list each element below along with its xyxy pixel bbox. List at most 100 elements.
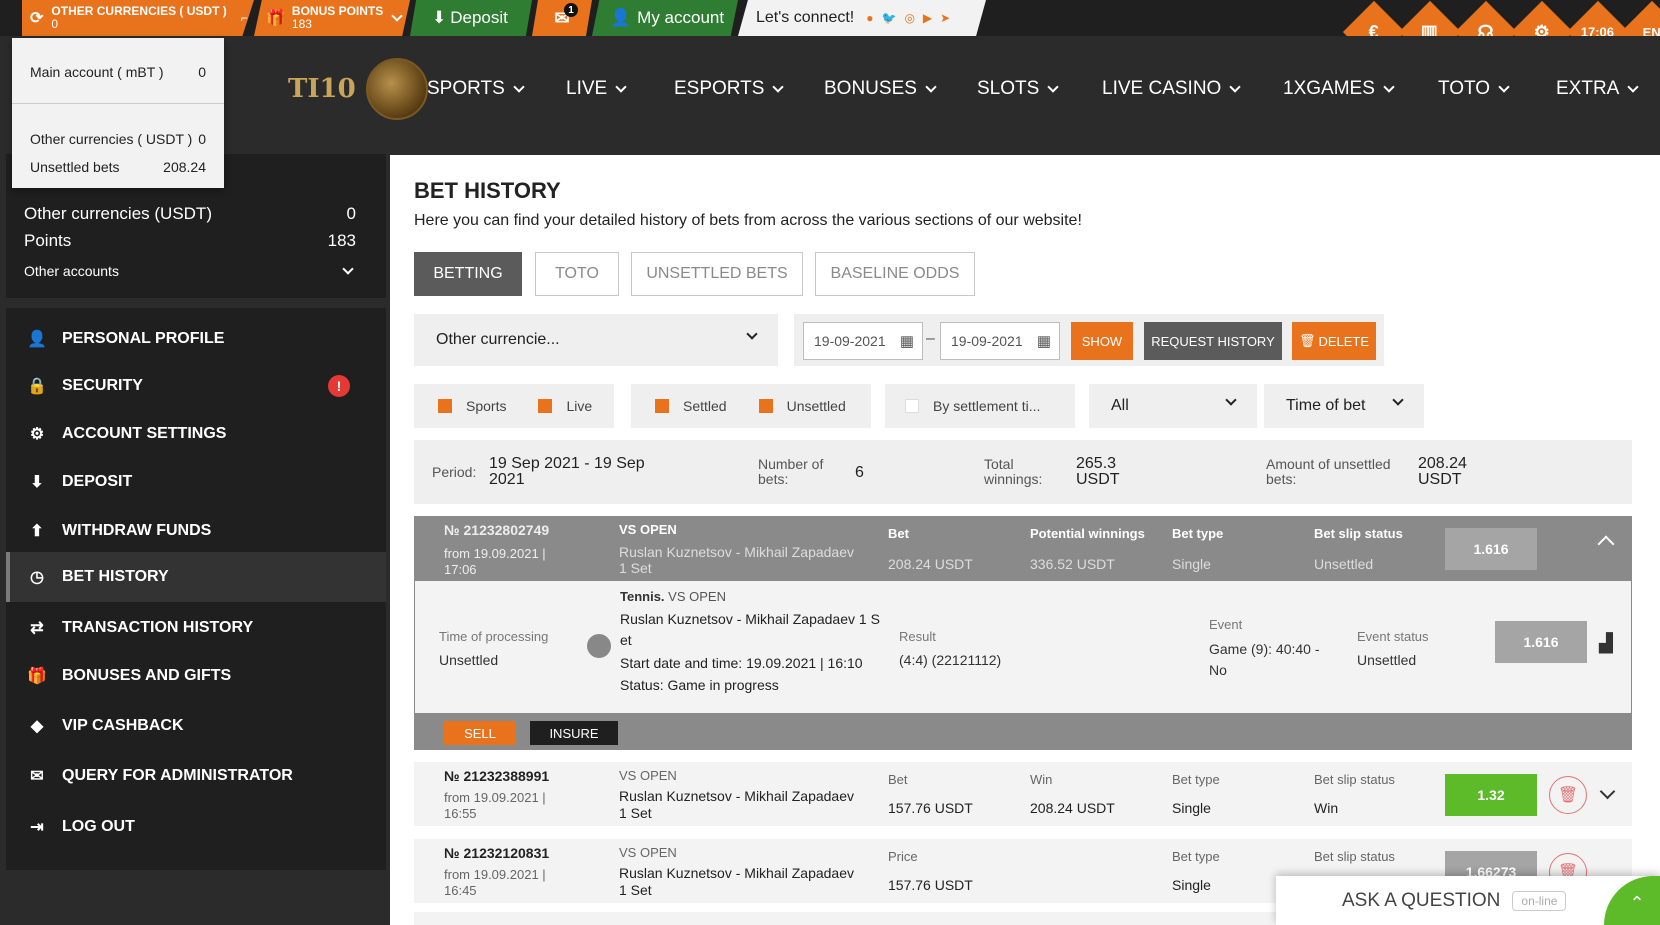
sidebar-item-account-settings[interactable]: ⚙ Account settings: [6, 409, 386, 459]
divider: [12, 103, 224, 104]
menu-esports[interactable]: ESPORTS: [674, 78, 785, 100]
instagram-icon[interactable]: ◎: [904, 11, 914, 25]
tab-baseline-odds[interactable]: BASELINE ODDS: [815, 252, 975, 296]
date-separator: –: [926, 330, 935, 347]
other-currencies-value: 0: [198, 131, 206, 147]
settlement-filter: By settlement ti...: [885, 384, 1075, 428]
date-from-input[interactable]: 19-09-2021 ▦: [803, 322, 923, 360]
sidebar-item-security[interactable]: 🔒 Security !: [6, 361, 386, 411]
reddit-icon[interactable]: ●: [866, 11, 873, 25]
sidebar-currencies-value: 0: [346, 204, 356, 223]
bet-row-expanded[interactable]: № 21232802749 from 19.09.2021 | 17:06 VS…: [414, 516, 1632, 580]
sidebar-item-log-out[interactable]: ⇥ Log out: [6, 802, 386, 852]
request-history-button[interactable]: REQUEST HISTORY: [1144, 322, 1282, 360]
currency-select-value: Other currencie...: [436, 331, 560, 348]
arrows-icon: ⇄: [30, 620, 44, 637]
sidebar-item-personal-profile[interactable]: 👤 Personal profile: [6, 314, 386, 364]
logo[interactable]: TI10: [288, 58, 428, 120]
bet-row[interactable]: № 21232388991 from 19.09.2021 | 16:55 VS…: [414, 762, 1632, 826]
bet-type-tag: VS OPEN: [619, 845, 677, 860]
messages-button[interactable]: ✉ 1: [532, 0, 592, 36]
sidebar-item-withdraw[interactable]: ⬆ Withdraw funds: [6, 506, 386, 556]
sidebar-item-label: Security: [62, 377, 143, 394]
all-select[interactable]: All: [1089, 384, 1257, 428]
menu-live-casino[interactable]: LIVE CASINO: [1102, 78, 1241, 100]
scroll-up-icon[interactable]: ⌃: [1604, 876, 1660, 925]
date-to-value: 19-09-2021: [951, 333, 1023, 349]
twitter-icon[interactable]: 🐦: [881, 11, 896, 25]
potential-winnings-value: 336.52 USDT: [1030, 556, 1115, 572]
detail-status: Status: Game in progress: [620, 677, 779, 693]
insure-button[interactable]: INSURE: [530, 721, 618, 745]
number-of-bets-value: 6: [855, 464, 864, 481]
statistics-icon[interactable]: ▟: [1599, 633, 1613, 654]
sidebar-item-deposit[interactable]: ⬇ Deposit: [6, 457, 386, 507]
menu-toto[interactable]: TOTO: [1438, 78, 1510, 100]
main-account-label: Main account ( mBT ): [30, 64, 164, 80]
menu-bonuses[interactable]: BONUSES: [824, 78, 937, 100]
sidebar-item-label: Account settings: [62, 425, 227, 442]
chevron-down-icon: [1225, 394, 1237, 406]
other-accounts-toggle[interactable]: [342, 263, 354, 275]
chevron-down-icon: [1383, 81, 1395, 93]
chevron-down-icon: [1498, 81, 1510, 93]
youtube-icon[interactable]: ▶: [923, 11, 932, 25]
unsettled-checkbox[interactable]: [758, 399, 773, 413]
win-label: Win: [1030, 772, 1053, 787]
chevron-up-icon[interactable]: [1597, 535, 1615, 553]
menu-extra[interactable]: EXTRA: [1556, 78, 1640, 100]
settlement-checkbox[interactable]: [905, 399, 919, 413]
sidebar-item-query-admin[interactable]: ✉ Query for administrator: [6, 751, 386, 801]
detail-odds-value: 1.616: [1523, 634, 1559, 650]
deposit-label: Deposit: [450, 8, 508, 27]
bet-amount-value: 208.24 USDT: [888, 556, 973, 572]
mail-badge: 1: [564, 3, 578, 17]
delete-button[interactable]: 🗑 DELETE: [1292, 322, 1376, 360]
event-label: Event: [1209, 617, 1243, 632]
settled-checkbox[interactable]: [655, 399, 669, 413]
time-of-bet-select[interactable]: Time of bet: [1264, 384, 1424, 428]
currency-select[interactable]: Other currencie...: [414, 314, 778, 366]
sidebar-item-bet-history[interactable]: ◷ Bet history: [6, 552, 386, 602]
sell-button[interactable]: SELL: [444, 721, 516, 745]
detail-start: Start date and time: 19.09.2021 | 16:10: [620, 655, 863, 671]
sidebar-points-value: 183: [327, 231, 356, 250]
processing-value: Unsettled: [439, 652, 499, 668]
chevron-down-icon: [513, 81, 525, 93]
date-to-input[interactable]: 19-09-2021 ▦: [940, 322, 1060, 360]
number-of-bets-label: Number of bets:: [758, 456, 824, 487]
other-accounts-label: Other accounts: [24, 263, 119, 279]
live-checkbox[interactable]: [538, 399, 553, 413]
show-button[interactable]: SHOW: [1071, 322, 1133, 360]
deposit-button[interactable]: ⬇ Deposit: [410, 0, 532, 36]
tab-betting[interactable]: BETTING: [414, 252, 522, 296]
chevron-down-icon[interactable]: [1599, 783, 1616, 800]
odds-value: 1.616: [1473, 541, 1509, 557]
unsettled-amount-label: Amount of unsettled bets:: [1266, 456, 1391, 487]
gift-icon: 🎁: [266, 10, 286, 27]
event-value: Game (9): 40:40 - No: [1209, 641, 1320, 678]
sidebar-item-vip-cashback[interactable]: ◆ VIP Cashback: [6, 701, 386, 751]
diamond-icon: ◆: [30, 718, 44, 735]
delete-bet-icon[interactable]: 🗑: [1549, 776, 1587, 814]
menu-slots[interactable]: SLOTS: [977, 78, 1059, 100]
tab-unsettled-bets[interactable]: UNSETTLED BETS: [631, 252, 803, 296]
menu-sports[interactable]: SPORTS: [427, 78, 525, 100]
menu-label: SPORTS: [427, 78, 505, 99]
currencies-toggle[interactable]: ⟳ OTHER CURRENCIES ( USDT ) 0 ⌐: [22, 0, 254, 36]
bet-number: № 21232120831: [444, 845, 550, 861]
menu-live[interactable]: LIVE: [566, 78, 627, 100]
divider: [6, 298, 386, 308]
bonus-points[interactable]: 🎁 BONUS POINTS 183: [254, 0, 410, 36]
menu-1xgames[interactable]: 1XGAMES: [1283, 78, 1395, 100]
bet-status-value: Win: [1314, 800, 1339, 816]
tab-toto[interactable]: TOTO: [535, 252, 619, 296]
my-account-button[interactable]: 👤 My account: [592, 0, 738, 36]
sports-checkbox[interactable]: [438, 399, 452, 413]
ask-question-widget[interactable]: ASK A QUESTION on-line ⌃: [1276, 876, 1660, 925]
sidebar-item-transaction-history[interactable]: ⇄ Transaction history: [6, 603, 386, 653]
telegram-icon[interactable]: ➤: [940, 11, 950, 25]
price-value: 157.76 USDT: [888, 877, 973, 893]
sidebar-item-bonuses[interactable]: 🎁 Bonuses and gifts: [6, 651, 386, 701]
all-select-value: All: [1111, 397, 1129, 414]
